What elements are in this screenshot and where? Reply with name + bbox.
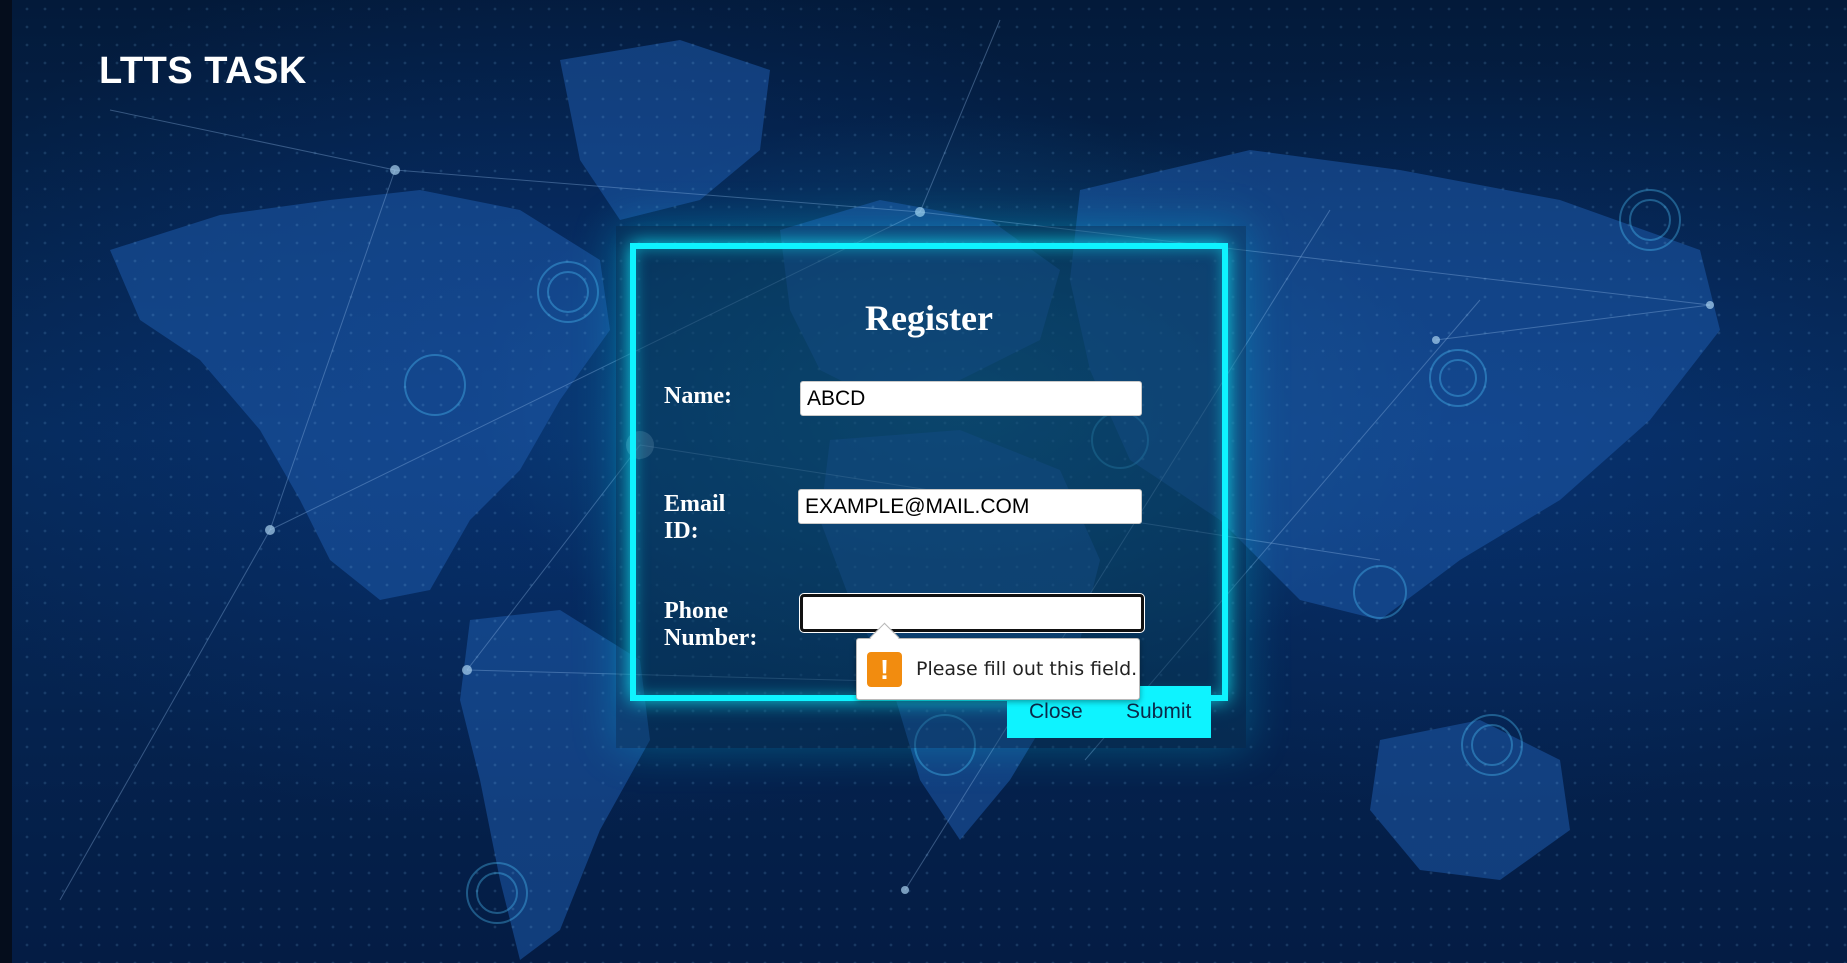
tooltip-message: Please fill out this field.	[916, 658, 1138, 680]
phone-label-line1: Phone	[664, 598, 729, 624]
name-input[interactable]	[800, 381, 1142, 416]
email-label-line2: ID:	[664, 518, 699, 544]
name-label: Name:	[664, 383, 732, 409]
email-label-line1: Email	[664, 491, 726, 517]
submit-button[interactable]: Submit	[1126, 700, 1191, 724]
phone-input[interactable]	[800, 594, 1144, 632]
close-button[interactable]: Close	[1029, 700, 1083, 724]
email-label: Email ID:	[664, 491, 774, 545]
phone-label-line2: Number:	[664, 625, 758, 651]
phone-label: Phone Number:	[664, 598, 774, 652]
window-left-edge	[0, 0, 12, 963]
validation-tooltip: ! Please fill out this field.	[856, 622, 1140, 700]
register-modal: Register Name: Email ID: Phone Number:	[630, 243, 1228, 701]
warning-exclamation-icon: !	[867, 652, 902, 687]
brand-title: LTTS TASK	[99, 50, 307, 92]
modal-title: Register	[865, 298, 993, 338]
email-input[interactable]	[798, 489, 1142, 524]
